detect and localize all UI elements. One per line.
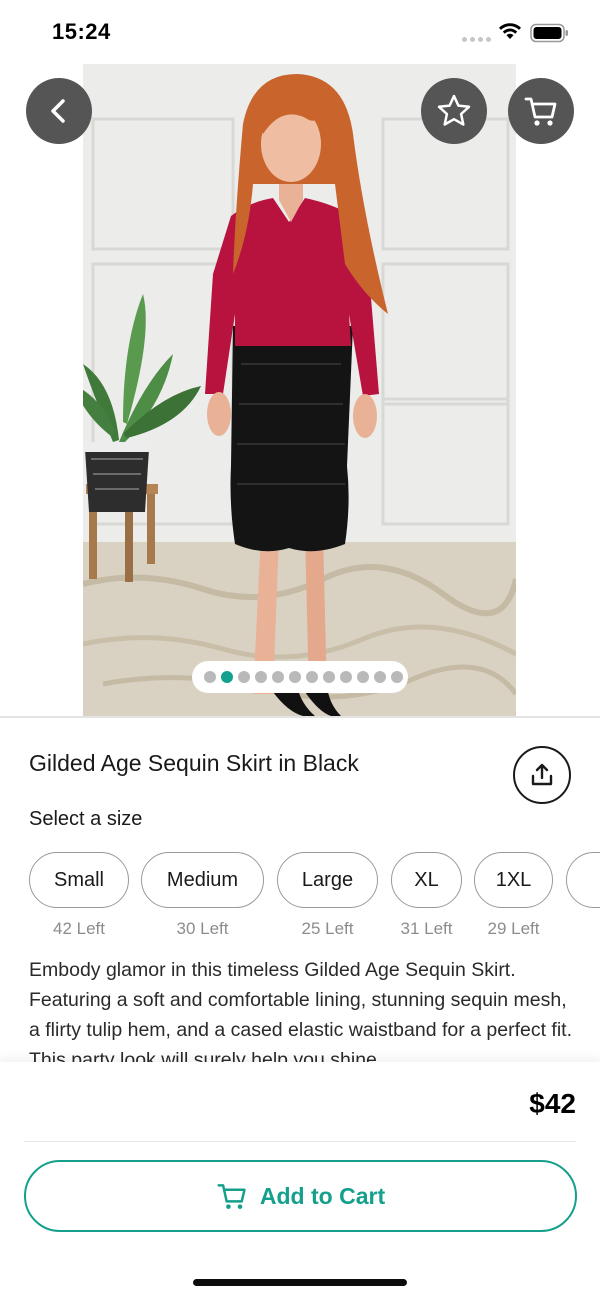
size-chip[interactable]: 1XL [474, 852, 553, 908]
pager-dot[interactable] [255, 671, 267, 683]
size-chip[interactable]: Small [29, 852, 129, 908]
size-option-next[interactable] [566, 852, 600, 908]
size-option-medium[interactable]: Medium 30 Left [141, 852, 264, 939]
image-pager[interactable] [192, 661, 408, 693]
battery-icon [530, 23, 568, 43]
size-option-small[interactable]: Small 42 Left [29, 852, 129, 939]
cellular-signal-icon [462, 37, 491, 42]
size-stock: 31 Left [400, 919, 453, 938]
product-title: Gilded Age Sequin Skirt in Black [29, 750, 359, 776]
size-selector: Small 42 Left Medium 30 Left Large 25 Le… [29, 852, 600, 942]
pager-dot[interactable] [306, 671, 318, 683]
share-button[interactable] [513, 746, 571, 804]
size-stock: 29 Left [487, 919, 540, 938]
share-icon [531, 763, 553, 786]
size-chip[interactable]: Large [277, 852, 378, 908]
size-chip[interactable]: XL [391, 852, 462, 908]
product-description: Embody glamor in this timeless Gilded Ag… [29, 959, 573, 1063]
product-image[interactable] [83, 64, 516, 716]
size-chip[interactable]: Medium [141, 852, 264, 908]
star-outline-icon [437, 94, 471, 126]
add-to-cart-button[interactable]: Add to Cart [24, 1160, 577, 1232]
pager-dot[interactable] [204, 671, 216, 683]
pager-dot[interactable] [374, 671, 386, 683]
add-to-cart-label: Add to Cart [259, 1182, 386, 1209]
pager-dot[interactable] [238, 671, 250, 683]
status-time: 15:24 [52, 19, 111, 44]
size-stock: 25 Left [301, 919, 354, 938]
pager-dot[interactable] [340, 671, 352, 683]
cart-icon [524, 97, 557, 126]
favorite-button[interactable] [421, 78, 487, 144]
pager-dot[interactable] [357, 671, 369, 683]
product-photo [83, 64, 516, 716]
status-bar: 15:24 [0, 0, 600, 64]
size-prompt: Select a size [29, 808, 143, 830]
pager-dot[interactable] [391, 671, 403, 683]
panel-divider [24, 1141, 576, 1142]
size-stock: 30 Left [176, 919, 229, 938]
size-option-xl[interactable]: XL 31 Left [391, 852, 462, 939]
size-option-large[interactable]: Large 25 Left [277, 852, 378, 939]
cart-button[interactable] [508, 78, 574, 144]
pager-dot[interactable] [323, 671, 335, 683]
wifi-icon [499, 23, 521, 39]
product-price: $42 [529, 1088, 576, 1119]
size-stock: 42 Left [53, 919, 105, 938]
back-button[interactable] [26, 78, 92, 144]
cart-icon [217, 1184, 246, 1209]
hero-divider [0, 716, 600, 718]
pager-dot-active[interactable] [221, 671, 233, 683]
pager-dot[interactable] [272, 671, 284, 683]
size-chip-partial[interactable] [566, 852, 600, 908]
home-indicator[interactable] [193, 1279, 407, 1286]
chevron-left-icon [51, 99, 65, 123]
pager-dot[interactable] [289, 671, 301, 683]
size-option-1xl[interactable]: 1XL 29 Left [474, 852, 553, 939]
